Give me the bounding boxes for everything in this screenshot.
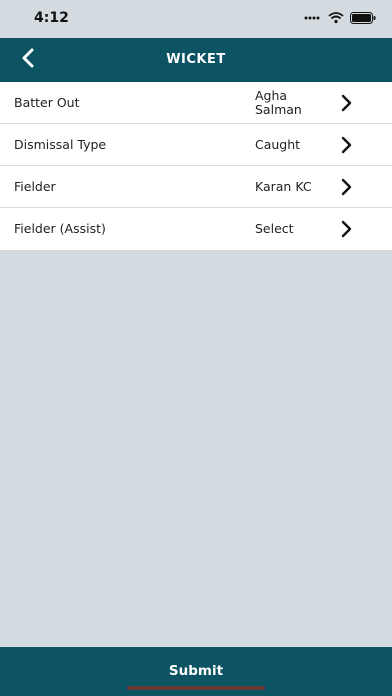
chevron-right-icon xyxy=(340,94,354,112)
status-icons xyxy=(304,12,376,24)
wicket-form-list: Batter Out Agha Salman Dismissal Type Ca… xyxy=(0,82,392,250)
app-header: WICKET xyxy=(0,38,392,82)
submit-label: Submit xyxy=(168,663,224,679)
row-value: Caught xyxy=(255,137,301,152)
wifi-icon xyxy=(328,12,344,24)
fielder-assist-row[interactable]: Fielder (Assist) Select xyxy=(0,208,392,250)
row-value: Select xyxy=(255,221,294,236)
chevron-right-icon xyxy=(340,136,354,154)
row-label: Dismissal Type xyxy=(14,137,107,152)
fielder-row[interactable]: Fielder Karan KC xyxy=(0,166,392,208)
dismissal-type-row[interactable]: Dismissal Type Caught xyxy=(0,124,392,166)
battery-icon xyxy=(350,12,376,24)
row-label: Fielder (Assist) xyxy=(14,221,106,236)
page-title: WICKET xyxy=(166,52,226,67)
batter-out-row[interactable]: Batter Out Agha Salman xyxy=(0,82,392,124)
status-bar: 4:12 xyxy=(0,0,392,38)
submit-button[interactable]: Submit xyxy=(0,647,392,696)
cellular-signal-icon xyxy=(304,13,322,23)
wicket-screen: 4:12 WICKET Batter Out Agha Salman Dismi… xyxy=(0,0,392,696)
chevron-right-icon xyxy=(340,178,354,196)
row-value: Agha Salman xyxy=(255,88,302,117)
row-value: Karan KC xyxy=(255,179,312,194)
chevron-right-icon xyxy=(340,220,354,238)
row-label: Batter Out xyxy=(14,95,80,110)
home-indicator xyxy=(127,686,265,690)
row-label: Fielder xyxy=(14,179,56,194)
status-time: 4:12 xyxy=(34,10,69,26)
